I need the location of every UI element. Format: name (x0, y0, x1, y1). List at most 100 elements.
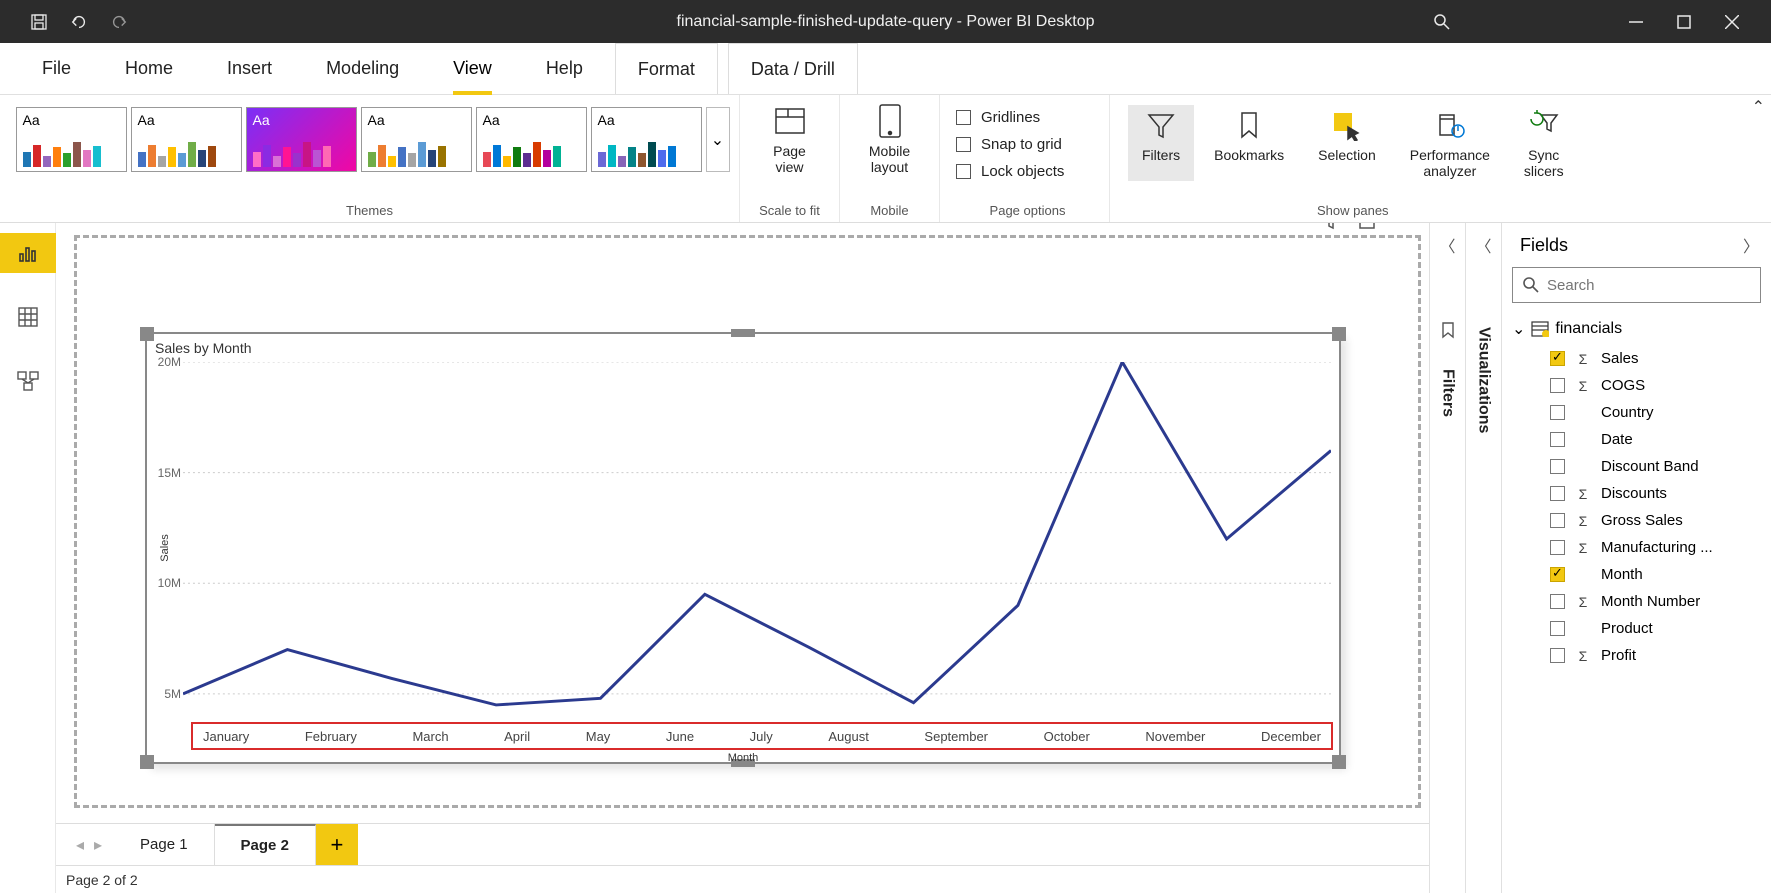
menu-data-drill[interactable]: Data / Drill (728, 43, 858, 94)
selection-pane-button[interactable]: Selection (1304, 105, 1390, 181)
field-checkbox[interactable] (1550, 594, 1565, 609)
field-item[interactable]: ΣMonth Number (1510, 588, 1763, 615)
field-item[interactable]: Month (1510, 561, 1763, 588)
menu-help[interactable]: Help (524, 43, 605, 94)
minimize-icon[interactable] (1627, 13, 1645, 31)
menu-home[interactable]: Home (103, 43, 195, 94)
visualizations-pane-collapsed[interactable]: 〈 Visualizations (1465, 223, 1501, 893)
add-page-button[interactable]: + (316, 824, 358, 866)
performance-analyzer-button[interactable]: Performance analyzer (1396, 105, 1504, 181)
field-item[interactable]: ΣProfit (1510, 642, 1763, 669)
ribbon-group-label: Page options (990, 199, 1066, 218)
menu-file[interactable]: File (20, 43, 93, 94)
sigma-icon: Σ (1575, 378, 1591, 394)
theme-option-selected[interactable]: Aa (246, 107, 357, 172)
visual-filter-icon[interactable] (1322, 223, 1340, 233)
fields-pane-title: Fields (1520, 235, 1568, 256)
close-icon[interactable] (1723, 13, 1741, 31)
field-checkbox[interactable] (1550, 513, 1565, 528)
next-page-icon[interactable]: ▸ (94, 835, 102, 855)
data-view-icon[interactable] (0, 297, 56, 337)
resize-handle[interactable] (1332, 327, 1346, 341)
fields-search-input[interactable] (1547, 277, 1750, 294)
page-view-button[interactable]: Page view (758, 101, 822, 177)
titlebar: financial-sample-finished-update-query -… (0, 0, 1771, 43)
field-name: COGS (1601, 377, 1645, 394)
field-item[interactable]: Country (1510, 399, 1763, 426)
page-tab-active[interactable]: Page 2 (215, 824, 316, 866)
visual-more-icon[interactable]: ⋯ (1394, 223, 1412, 233)
save-icon[interactable] (30, 13, 48, 31)
menu-view[interactable]: View (431, 43, 514, 94)
theme-option[interactable]: Aa (16, 107, 127, 172)
theme-option[interactable]: Aa (591, 107, 702, 172)
field-item[interactable]: Date (1510, 426, 1763, 453)
page-tab[interactable]: Page 1 (114, 824, 215, 866)
field-name: Profit (1601, 647, 1636, 664)
field-checkbox[interactable] (1550, 405, 1565, 420)
selection-icon (1330, 107, 1364, 143)
chevron-left-icon[interactable]: 〈 (1475, 233, 1491, 257)
filters-pane-collapsed[interactable]: 〈 Filters (1429, 223, 1465, 893)
field-checkbox[interactable] (1550, 486, 1565, 501)
filters-pane-button[interactable]: Filters (1128, 105, 1194, 181)
themes-dropdown[interactable]: ⌄ (706, 107, 730, 172)
field-name: Discounts (1601, 485, 1667, 502)
field-checkbox[interactable] (1550, 621, 1565, 636)
model-view-icon[interactable] (0, 361, 56, 401)
menu-format[interactable]: Format (615, 43, 718, 94)
field-item[interactable]: ΣDiscounts (1510, 480, 1763, 507)
field-name: Gross Sales (1601, 512, 1683, 529)
x-tick-label: April (504, 729, 530, 744)
lock-checkbox[interactable]: Lock objects (956, 161, 1064, 182)
selection-label: Selection (1318, 147, 1376, 163)
resize-handle[interactable] (140, 327, 154, 341)
x-tick-label: May (586, 729, 611, 744)
theme-option[interactable]: Aa (361, 107, 472, 172)
field-item[interactable]: ΣSales (1510, 345, 1763, 372)
collapse-ribbon-icon[interactable]: ⌃ (1752, 97, 1765, 117)
field-item[interactable]: ΣManufacturing ... (1510, 534, 1763, 561)
menu-modeling[interactable]: Modeling (304, 43, 421, 94)
menu-insert[interactable]: Insert (205, 43, 294, 94)
snap-checkbox[interactable]: Snap to grid (956, 134, 1064, 155)
field-checkbox[interactable] (1550, 459, 1565, 474)
theme-option[interactable]: Aa (476, 107, 587, 172)
bookmarks-pane-button[interactable]: Bookmarks (1200, 105, 1298, 181)
field-checkbox[interactable] (1550, 378, 1565, 393)
resize-handle[interactable] (731, 329, 755, 337)
sync-slicers-button[interactable]: Sync slicers (1510, 105, 1578, 181)
field-item[interactable]: Σ COGS (1510, 372, 1763, 399)
field-checkbox[interactable] (1550, 540, 1565, 555)
fields-search-box[interactable] (1512, 267, 1761, 303)
undo-icon[interactable] (70, 13, 88, 31)
field-checkbox[interactable] (1550, 351, 1565, 366)
perf-label: Performance analyzer (1410, 147, 1490, 179)
line-chart-visual[interactable]: Sales by Month Sales 5M10M15M20M January… (145, 332, 1341, 764)
theme-option[interactable]: Aa (131, 107, 242, 172)
field-checkbox[interactable] (1550, 567, 1565, 582)
field-checkbox[interactable] (1550, 432, 1565, 447)
x-tick-label: September (924, 729, 988, 744)
mobile-layout-button[interactable]: Mobile layout (855, 101, 924, 177)
field-item[interactable]: Product (1510, 615, 1763, 642)
fields-table[interactable]: ⌄ financials (1510, 313, 1763, 345)
chevron-left-icon[interactable]: 〈 (1439, 233, 1455, 257)
visual-focus-icon[interactable] (1358, 223, 1376, 233)
redo-icon[interactable] (110, 13, 128, 31)
field-item[interactable]: Discount Band (1510, 453, 1763, 480)
maximize-icon[interactable] (1675, 13, 1693, 31)
field-name: Sales (1601, 350, 1639, 367)
gridlines-checkbox[interactable]: Gridlines (956, 107, 1064, 128)
chevron-right-icon[interactable]: 〉 (1743, 233, 1759, 257)
report-page[interactable]: ⋯ Sales by Month Sales 5M10M15M20M Janua… (74, 235, 1421, 808)
report-view-icon[interactable] (0, 233, 56, 273)
prev-page-icon[interactable]: ◂ (76, 835, 84, 855)
resize-handle[interactable] (140, 755, 154, 769)
field-item[interactable]: ΣGross Sales (1510, 507, 1763, 534)
field-checkbox[interactable] (1550, 648, 1565, 663)
search-icon[interactable] (1433, 13, 1451, 31)
bookmark-toggle-icon[interactable] (1439, 321, 1457, 339)
resize-handle[interactable] (1332, 755, 1346, 769)
ribbon-group-label: Mobile (870, 199, 908, 218)
